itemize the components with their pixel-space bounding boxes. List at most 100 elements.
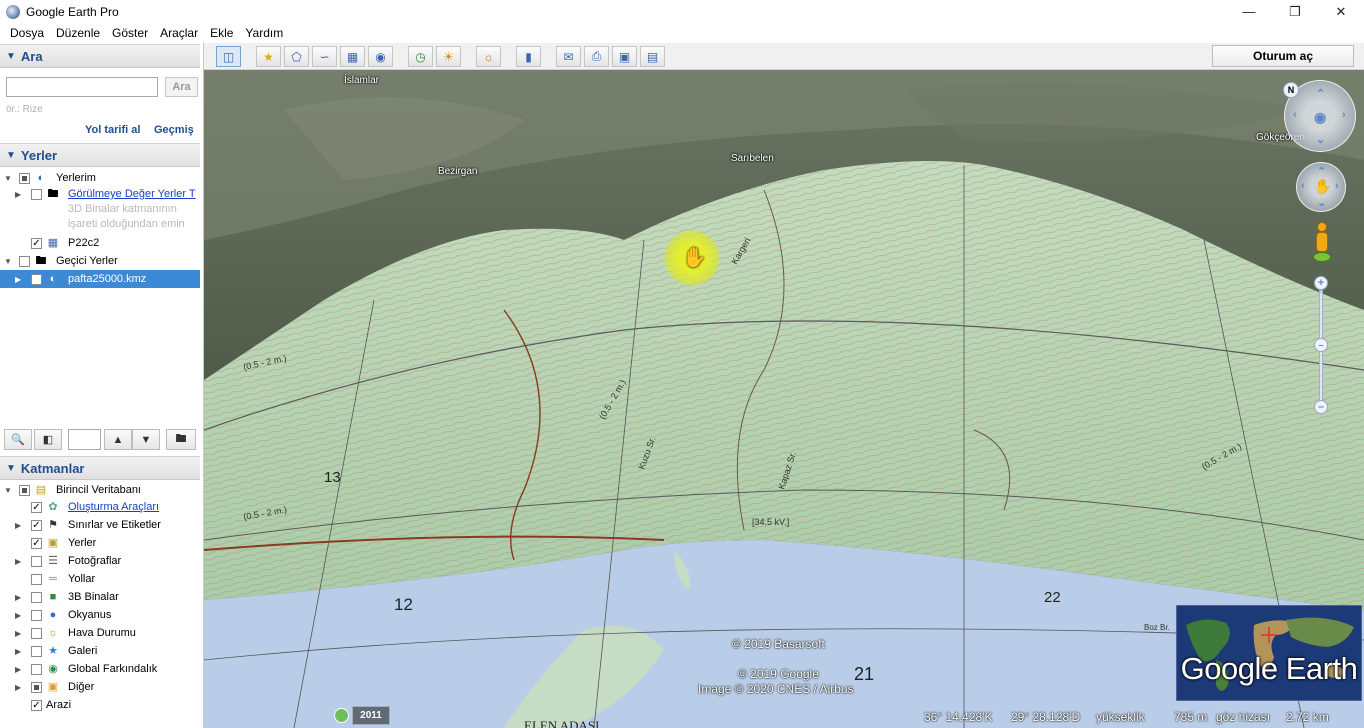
expand-arrow-icon[interactable]: ▶ bbox=[15, 665, 21, 674]
layer-places[interactable]: ✓ ▣ Yerler bbox=[0, 534, 200, 552]
layer-photos[interactable]: ▶ ☰ Fotoğraflar bbox=[0, 552, 200, 570]
expand-arrow-icon[interactable]: ▶ bbox=[15, 683, 21, 692]
checkbox[interactable] bbox=[31, 663, 42, 675]
history-link[interactable]: Geçmiş bbox=[154, 124, 194, 136]
move-control[interactable]: ⌃ ⌄ ‹ › ✋ bbox=[1296, 162, 1346, 212]
add-placemark-icon[interactable]: ★ bbox=[256, 46, 281, 67]
layer-3d-buildings[interactable]: ▶ ■ 3B Binalar bbox=[0, 588, 200, 606]
expand-arrow-icon[interactable]: ▶ bbox=[15, 629, 21, 638]
zoom-in-icon[interactable]: + bbox=[1314, 276, 1328, 290]
historical-clock-icon[interactable] bbox=[334, 708, 349, 723]
checkbox[interactable]: ✓ bbox=[31, 519, 42, 531]
place-label[interactable]: İslamlar bbox=[344, 75, 379, 86]
expand-arrow-icon[interactable]: ▶ bbox=[15, 557, 21, 566]
expand-arrow-icon[interactable]: ▶ bbox=[15, 611, 21, 620]
menu-dosya[interactable]: Dosya bbox=[4, 26, 50, 40]
layers-section-header[interactable]: ▼ Katmanlar bbox=[0, 456, 200, 480]
save-image-icon[interactable]: ▣ bbox=[612, 46, 637, 67]
checkbox[interactable] bbox=[31, 555, 42, 567]
ruler-icon[interactable]: ▮ bbox=[516, 46, 541, 67]
look-right-icon[interactable]: › bbox=[1342, 109, 1346, 121]
move-down-icon[interactable]: ⌄ bbox=[1317, 196, 1326, 209]
close-icon[interactable]: ✕ bbox=[1318, 0, 1364, 23]
tree-item-label[interactable]: Görülmeye Değer Yerler T bbox=[68, 188, 196, 200]
checkbox[interactable] bbox=[31, 627, 42, 639]
checkbox[interactable] bbox=[31, 273, 42, 285]
layer-other[interactable]: ▶ ▣ Diğer bbox=[0, 678, 200, 696]
overview-map[interactable]: Google Earth bbox=[1176, 605, 1362, 701]
move-down-icon[interactable]: ▼ bbox=[132, 429, 160, 450]
checkbox[interactable] bbox=[31, 645, 42, 657]
checkbox[interactable] bbox=[31, 681, 42, 693]
north-compass-icon[interactable]: N bbox=[1283, 82, 1299, 98]
checkbox[interactable] bbox=[31, 573, 42, 585]
add-polygon-icon[interactable]: ⬠ bbox=[284, 46, 309, 67]
move-up-icon[interactable]: ▲ bbox=[104, 429, 132, 450]
folder-menu-icon[interactable]: 🖿 bbox=[166, 429, 196, 450]
expand-arrow-icon[interactable]: ▶ bbox=[15, 593, 21, 602]
move-left-icon[interactable]: ‹ bbox=[1301, 180, 1305, 192]
tree-item-temporary-places[interactable]: ▼ 🖿 Geçici Yerler bbox=[0, 252, 200, 270]
expand-arrow-icon[interactable]: ▶ bbox=[15, 521, 21, 530]
look-up-icon[interactable]: ⌃ bbox=[1316, 87, 1325, 100]
expand-arrow-icon[interactable]: ▶ bbox=[15, 190, 21, 199]
zoom-slider[interactable]: + – – bbox=[1314, 276, 1328, 416]
add-image-overlay-icon[interactable]: ▦ bbox=[340, 46, 365, 67]
tree-item-p22c2[interactable]: ✓ ▦ P22c2 bbox=[0, 234, 200, 252]
directions-link[interactable]: Yol tarifi al bbox=[85, 124, 140, 136]
place-label[interactable]: Sarıbelen bbox=[731, 153, 774, 164]
menu-goster[interactable]: Göster bbox=[106, 26, 154, 40]
sidebar-toggle-icon[interactable]: ◫ bbox=[216, 46, 241, 67]
place-label[interactable]: Bezirgan bbox=[438, 166, 477, 177]
panel-toggle-icon[interactable]: ◧ bbox=[34, 429, 62, 450]
search-section-header[interactable]: ▼ Ara bbox=[0, 44, 200, 68]
layer-label[interactable]: Oluşturma Araçları bbox=[68, 501, 159, 513]
search-button[interactable]: Ara bbox=[165, 77, 198, 97]
view-in-maps-icon[interactable]: ▤ bbox=[640, 46, 665, 67]
checkbox[interactable] bbox=[31, 609, 42, 621]
layer-roads[interactable]: ═ Yollar bbox=[0, 570, 200, 588]
checkbox[interactable] bbox=[31, 591, 42, 603]
layer-weather[interactable]: ▶ ☼ Hava Durumu bbox=[0, 624, 200, 642]
expand-arrow-icon[interactable]: ▶ bbox=[15, 647, 21, 656]
look-left-icon[interactable]: ‹ bbox=[1293, 109, 1297, 121]
planets-icon[interactable]: ☼ bbox=[476, 46, 501, 67]
layer-ocean[interactable]: ▶ ● Okyanus bbox=[0, 606, 200, 624]
add-path-icon[interactable]: ∽ bbox=[312, 46, 337, 67]
search-input[interactable] bbox=[6, 77, 158, 97]
sign-in-button[interactable]: Oturum aç bbox=[1212, 45, 1354, 67]
maximize-icon[interactable]: ❐ bbox=[1272, 0, 1318, 23]
checkbox[interactable]: ✓ bbox=[31, 699, 42, 711]
checkbox[interactable]: ✓ bbox=[31, 237, 42, 249]
checkbox[interactable] bbox=[19, 255, 30, 267]
layer-primary-database[interactable]: ▼ ▤ Birincil Veritabanı bbox=[0, 481, 200, 499]
move-right-icon[interactable]: › bbox=[1335, 180, 1339, 192]
record-tour-icon[interactable]: ◉ bbox=[368, 46, 393, 67]
minimize-icon[interactable]: — bbox=[1226, 0, 1272, 23]
checkbox[interactable] bbox=[19, 172, 30, 184]
tree-item-kmz-selected[interactable]: ▶ ◐ pafta25000.kmz bbox=[0, 270, 200, 288]
look-down-icon[interactable]: ⌄ bbox=[1316, 133, 1325, 146]
zoom-handle[interactable]: – bbox=[1314, 338, 1328, 352]
checkbox[interactable]: ✓ bbox=[31, 537, 42, 549]
print-icon[interactable]: ⎙ bbox=[584, 46, 609, 67]
imagery-year[interactable]: 2011 bbox=[352, 706, 390, 725]
street-view-pegman-icon[interactable] bbox=[1311, 222, 1333, 266]
places-section-header[interactable]: ▼ Yerler bbox=[0, 143, 200, 167]
checkbox[interactable]: ✓ bbox=[31, 501, 42, 513]
checkbox[interactable] bbox=[31, 188, 42, 200]
menu-araclar[interactable]: Araçlar bbox=[154, 26, 204, 40]
menu-ekle[interactable]: Ekle bbox=[204, 26, 239, 40]
map-view[interactable]: 13 12 21 22 ELEN ADASI (0.5 - 2 m.) (0.5… bbox=[204, 70, 1364, 728]
tree-item-sightseeing[interactable]: ▶ 🖿 Görülmeye Değer Yerler T bbox=[0, 185, 200, 203]
menu-yardim[interactable]: Yardım bbox=[239, 26, 289, 40]
email-icon[interactable]: ✉ bbox=[556, 46, 581, 67]
sunlight-icon[interactable]: ☀ bbox=[436, 46, 461, 67]
menu-duzenle[interactable]: Düzenle bbox=[50, 26, 106, 40]
zoom-out-icon[interactable]: – bbox=[1314, 400, 1328, 414]
expand-arrow-icon[interactable]: ▼ bbox=[4, 174, 12, 183]
expand-arrow-icon[interactable]: ▶ bbox=[15, 275, 21, 284]
expand-arrow-icon[interactable]: ▼ bbox=[4, 257, 12, 266]
move-up-icon[interactable]: ⌃ bbox=[1317, 165, 1326, 178]
layer-borders-labels[interactable]: ▶ ✓ ⚑ Sınırlar ve Etiketler bbox=[0, 516, 200, 534]
